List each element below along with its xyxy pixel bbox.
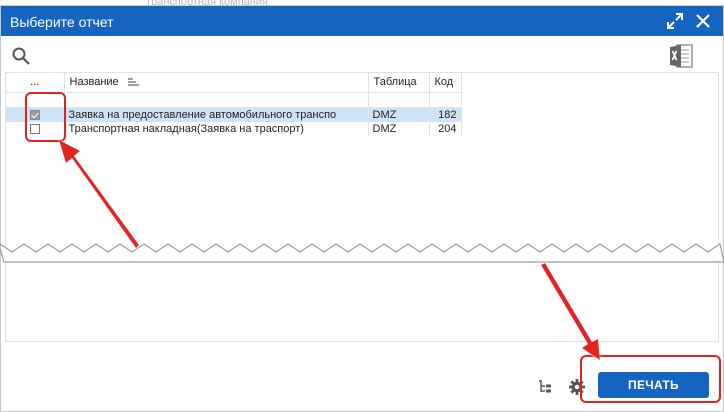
table-row[interactable]: Транспортная накладная(Заявка на траспор… bbox=[6, 121, 462, 136]
column-header-code[interactable]: Код bbox=[429, 73, 462, 93]
close-icon[interactable] bbox=[693, 11, 713, 31]
torn-edge-separator bbox=[0, 243, 724, 263]
report-table: ... Название Таблица Код Заявка на предо… bbox=[6, 73, 462, 136]
row-code: 182 bbox=[429, 107, 462, 122]
checkbox-highlight bbox=[25, 92, 66, 142]
sort-icon[interactable] bbox=[127, 78, 140, 87]
dialog-title: Выберите отчет bbox=[10, 14, 114, 30]
maximize-icon[interactable] bbox=[665, 11, 685, 31]
column-header-name-label: Название bbox=[69, 76, 119, 89]
excel-export-icon[interactable] bbox=[668, 43, 694, 69]
tree-view-icon[interactable] bbox=[537, 379, 553, 395]
row-name: Заявка на предоставление автомобильного … bbox=[64, 107, 369, 122]
search-icon[interactable] bbox=[11, 46, 31, 66]
report-grid: ... Название Таблица Код Заявка на предо… bbox=[5, 72, 719, 342]
print-button-highlight bbox=[580, 355, 721, 403]
table-filter-row bbox=[6, 92, 462, 108]
column-header-select[interactable]: ... bbox=[6, 73, 65, 93]
column-header-name[interactable]: Название bbox=[64, 73, 369, 93]
row-table: DMZ bbox=[368, 121, 430, 136]
report-selection-dialog: Выберите отчет ... Название Таблица Код … bbox=[0, 5, 724, 412]
column-header-table[interactable]: Таблица bbox=[368, 73, 430, 93]
row-name: Транспортная накладная(Заявка на траспор… bbox=[64, 121, 369, 136]
dialog-titlebar: Выберите отчет bbox=[1, 6, 723, 36]
table-row[interactable]: Заявка на предоставление автомобильного … bbox=[6, 107, 462, 122]
row-table: DMZ bbox=[368, 107, 430, 122]
row-code: 204 bbox=[429, 121, 462, 136]
